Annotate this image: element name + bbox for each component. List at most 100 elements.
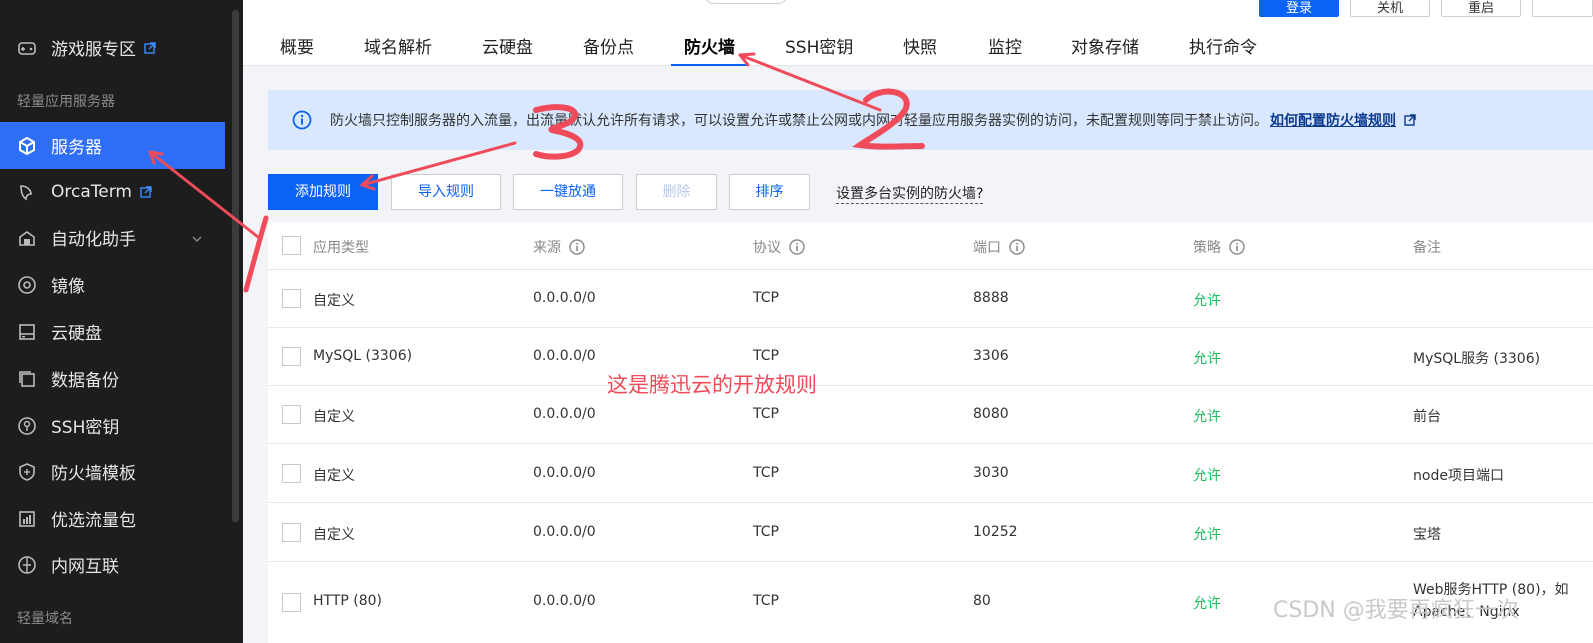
cell-protocol: TCP <box>753 406 779 422</box>
firewall-help-link[interactable]: 如何配置防火墙规则 <box>1270 110 1396 130</box>
tab-backup-point[interactable]: 备份点 <box>583 30 634 66</box>
column-header: 应用类型 <box>313 240 369 256</box>
chevron-down-icon[interactable] <box>191 230 203 250</box>
cell-protocol: TCP <box>753 465 779 481</box>
table-row: 自定义 0.0.0.0/0 TCP 8080 允许 前台 <box>268 386 1593 444</box>
column-header: 备注 <box>1413 240 1441 256</box>
row-checkbox[interactable] <box>282 523 301 542</box>
tab-overview[interactable]: 概要 <box>280 30 314 66</box>
cell-policy: 允许 <box>1193 527 1221 543</box>
info-icon[interactable] <box>569 239 585 255</box>
sidebar-item-label: 优选流量包 <box>51 511 136 531</box>
cell-note: MySQL服务 (3306) <box>1413 351 1541 367</box>
firewall-rules-table: 应用类型 来源 协议 端口 策略 备注 自定义 0.0.0.0/0 TCP 88… <box>268 222 1593 643</box>
gamepad-icon <box>16 37 38 59</box>
sidebar-item-orcaterm[interactable]: OrcaTerm <box>0 168 225 215</box>
import-rules-button[interactable]: 导入规则 <box>391 174 501 210</box>
sidebar-item-label: SSH密钥 <box>51 418 120 438</box>
sidebar-item-ssh-key[interactable]: SSH密钥 <box>0 402 225 449</box>
allow-all-button[interactable]: 一键放通 <box>513 174 623 210</box>
restart-button[interactable]: 重启 <box>1441 0 1521 17</box>
row-checkbox[interactable] <box>282 405 301 424</box>
watermark: CSDN @我要再疯狂一次 <box>1273 598 1519 623</box>
cell-source: 0.0.0.0/0 <box>533 465 596 481</box>
sidebar-item-game-zone[interactable]: 游戏服专区 <box>0 24 225 71</box>
column-header: 协议 <box>753 237 805 257</box>
info-icon[interactable] <box>789 239 805 255</box>
cell-protocol: TCP <box>753 593 779 609</box>
cell-type: 自定义 <box>313 468 355 484</box>
sidebar-item-label: OrcaTerm <box>51 181 132 202</box>
annotation-text: 这是腾迅云的开放规则 <box>607 373 817 397</box>
cell-source: 0.0.0.0/0 <box>533 524 596 540</box>
more-button[interactable] <box>1532 0 1593 17</box>
sidebar-section-title: 轻量应用服务器 <box>17 94 115 110</box>
notice-text: 防火墙只控制服务器的入流量，出流量默认允许所有请求，可以设置允许或禁止公网或内网… <box>330 113 1268 129</box>
cell-type: MySQL (3306) <box>313 348 413 364</box>
shutdown-button[interactable]: 关机 <box>1350 0 1430 17</box>
tab-firewall[interactable]: 防火墙 <box>671 30 748 66</box>
shield-icon <box>16 461 38 483</box>
sidebar-item-traffic-package[interactable]: 优选流量包 <box>0 495 225 542</box>
sidebar-item-label: 服务器 <box>51 138 102 158</box>
sidebar-item-cloud-disk[interactable]: 云硬盘 <box>0 308 225 355</box>
login-button[interactable]: 登录 <box>1259 0 1339 17</box>
sidebar-item-image[interactable]: 镜像 <box>0 261 225 308</box>
sidebar-item-label: 内网互联 <box>51 557 119 577</box>
table-row: 自定义 0.0.0.0/0 TCP 10252 允许 宝塔 <box>268 503 1593 562</box>
row-checkbox[interactable] <box>282 593 301 612</box>
cell-protocol: TCP <box>753 524 779 540</box>
disk-icon <box>16 321 38 343</box>
cell-port: 3030 <box>973 465 1009 481</box>
main-content: 登录 关机 重启 概要 域名解析 云硬盘 备份点 防火墙 SSH密钥 快照 监控… <box>243 0 1593 643</box>
cell-policy: 允许 <box>1193 596 1221 612</box>
cell-source: 0.0.0.0/0 <box>533 290 596 306</box>
sidebar-scrollbar[interactable] <box>232 10 239 522</box>
info-icon[interactable] <box>1229 239 1245 255</box>
sidebar-item-server[interactable]: 服务器 <box>0 122 225 169</box>
select-all-checkbox[interactable] <box>282 236 301 255</box>
tab-dns[interactable]: 域名解析 <box>364 30 432 66</box>
table-header: 应用类型 来源 协议 端口 策略 备注 <box>268 222 1593 270</box>
cell-policy: 允许 <box>1193 293 1221 309</box>
top-bar: 登录 关机 重启 概要 域名解析 云硬盘 备份点 防火墙 SSH密钥 快照 监控… <box>243 0 1593 66</box>
tab-snapshot[interactable]: 快照 <box>903 30 937 66</box>
disc-icon <box>16 274 38 296</box>
sidebar-item-label: 防火墙模板 <box>51 464 136 484</box>
tab-run-command[interactable]: 执行命令 <box>1189 30 1257 66</box>
table-row: 自定义 0.0.0.0/0 TCP 8888 允许 <box>268 270 1593 328</box>
cell-source: 0.0.0.0/0 <box>533 593 596 609</box>
info-icon[interactable] <box>1009 239 1025 255</box>
row-checkbox[interactable] <box>282 464 301 483</box>
sidebar-item-label: 镜像 <box>51 277 85 297</box>
tab-object-storage[interactable]: 对象存储 <box>1071 30 1139 66</box>
cell-policy: 允许 <box>1193 468 1221 484</box>
cell-policy: 允许 <box>1193 409 1221 425</box>
cell-type: 自定义 <box>313 527 355 543</box>
sidebar-item-label: 游戏服专区 <box>51 40 136 60</box>
cell-note: 宝塔 <box>1413 527 1441 543</box>
add-rule-button[interactable]: 添加规则 <box>268 174 378 210</box>
sidebar-item-intranet[interactable]: 内网互联 <box>0 541 225 588</box>
row-checkbox[interactable] <box>282 289 301 308</box>
sidebar-item-automation[interactable]: 自动化助手 <box>0 214 225 261</box>
column-header: 策略 <box>1193 237 1245 257</box>
tab-ssh-key[interactable]: SSH密钥 <box>785 30 853 66</box>
cell-port: 3306 <box>973 348 1009 364</box>
cell-protocol: TCP <box>753 348 779 364</box>
tab-cloud-disk[interactable]: 云硬盘 <box>482 30 533 66</box>
cell-source: 0.0.0.0/0 <box>533 406 596 422</box>
network-icon <box>16 554 38 576</box>
delete-button[interactable]: 删除 <box>636 174 717 210</box>
cell-port: 10252 <box>973 524 1018 540</box>
external-link-icon <box>144 41 156 54</box>
sidebar-item-label: 数据备份 <box>51 371 119 391</box>
row-checkbox[interactable] <box>282 347 301 366</box>
sidebar-item-firewall-template[interactable]: 防火墙模板 <box>0 448 225 495</box>
tab-monitor[interactable]: 监控 <box>988 30 1022 66</box>
multi-instance-firewall-link[interactable]: 设置多台实例的防火墙? <box>836 183 984 204</box>
sidebar-item-backup[interactable]: 数据备份 <box>0 355 225 402</box>
column-header: 来源 <box>533 237 585 257</box>
sort-button[interactable]: 排序 <box>729 174 810 210</box>
top-search-pill[interactable] <box>704 0 788 4</box>
